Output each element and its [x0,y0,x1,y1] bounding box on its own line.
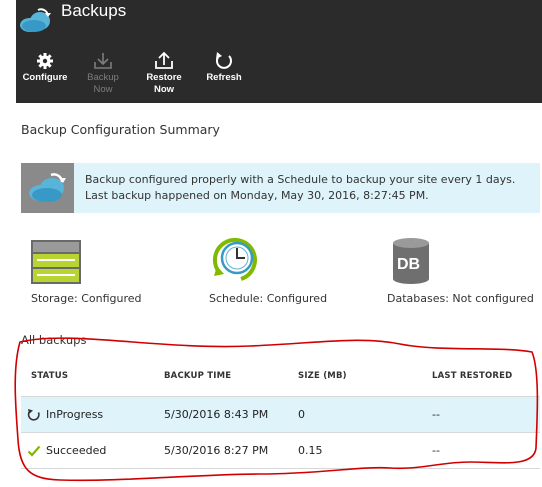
storage-icon [31,240,81,284]
column-header-size[interactable]: SIZE (MB) [298,371,347,381]
backup-status-banner: Backup configured properly with a Schedu… [21,163,540,213]
download-icon [94,53,112,69]
table-row[interactable]: InProgress 5/30/2016 8:43 PM 0 -- [21,397,540,433]
banner-message: Backup configured properly with a Schedu… [85,173,516,202]
refresh-icon [216,52,232,69]
upload-icon [155,51,173,69]
row-last-restored: -- [432,444,440,457]
configure-label: Configure [22,72,68,83]
row-size: 0.15 [298,444,323,457]
row-backup-time: 5/30/2016 8:27 PM [164,444,269,457]
row-status: Succeeded [46,444,107,457]
blade-header: Backups Configure Backup Now Restore Now [16,0,542,103]
refresh-label: Refresh [206,72,242,83]
schedule-status-label: Schedule: Configured [209,292,328,305]
row-status: InProgress [46,408,104,421]
row-last-restored: -- [432,408,440,421]
database-icon-text: DB [397,256,421,273]
restore-now-button[interactable]: Restore Now [138,50,190,96]
backup-now-label: Backup Now [87,72,119,95]
check-icon [27,445,41,457]
storage-status-label: Storage: Configured [31,292,142,305]
column-header-last-restored[interactable]: LAST RESTORED [432,371,512,381]
table-header: STATUS BACKUP TIME SIZE (MB) LAST RESTOR… [21,362,540,397]
all-backups-title: All backups [21,333,87,347]
column-header-status[interactable]: STATUS [31,371,68,381]
databases-status-label: Databases: Not configured [387,292,534,305]
restore-now-label: Restore Now [146,72,182,95]
in-progress-icon [27,409,40,421]
refresh-button[interactable]: Refresh [200,50,248,84]
column-header-backup-time[interactable]: BACKUP TIME [164,371,231,381]
backup-cloud-icon [29,173,66,202]
table-row[interactable]: Succeeded 5/30/2016 8:27 PM 0.15 -- [21,433,540,469]
banner-icon-box [21,163,74,213]
backup-now-button[interactable]: Backup Now [78,50,128,96]
gear-icon [37,53,53,69]
configure-button[interactable]: Configure [20,50,70,84]
row-size: 0 [298,408,305,421]
backups-table: STATUS BACKUP TIME SIZE (MB) LAST RESTOR… [21,362,540,469]
summary-title: Backup Configuration Summary [21,122,220,137]
schedule-clock-icon [213,237,257,281]
row-backup-time: 5/30/2016 8:43 PM [164,408,269,421]
backup-cloud-icon [20,8,51,32]
blade-title: Backups [61,1,127,20]
